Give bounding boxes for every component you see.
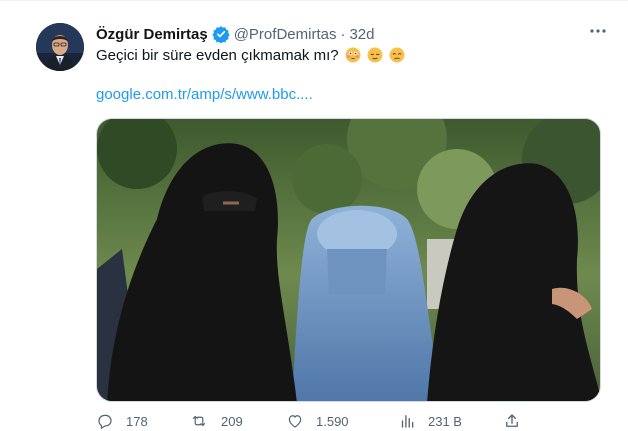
avatar[interactable] bbox=[36, 23, 84, 71]
heart-icon bbox=[288, 415, 302, 428]
share-button[interactable] bbox=[503, 412, 533, 430]
retweet-icon bbox=[192, 415, 206, 427]
reply-button[interactable]: 178 bbox=[96, 412, 148, 430]
author-handle[interactable]: @ProfDemirtas bbox=[234, 26, 337, 43]
tweet-media-photo[interactable] bbox=[96, 118, 601, 402]
reply-icon bbox=[98, 414, 112, 429]
like-count: 1.590 bbox=[316, 413, 349, 429]
avatar-image bbox=[36, 23, 84, 71]
reply-count: 178 bbox=[126, 413, 148, 429]
tweet[interactable]: Özgür Demirtaş @ProfDemirtas · 32d Geçic… bbox=[0, 0, 628, 431]
header-separator: · bbox=[340, 25, 346, 43]
views-count: 231 B bbox=[428, 413, 462, 429]
author-name[interactable]: Özgür Demirtaş bbox=[96, 26, 208, 43]
tweet-text: Geçici bir süre evden çıkmamak mı? bbox=[96, 46, 405, 66]
views-icon bbox=[401, 415, 414, 428]
tweet-actions: 178 209 1.590 231 B bbox=[96, 412, 528, 430]
verified-badge-icon bbox=[212, 25, 230, 44]
tweet-header: Özgür Demirtaş @ProfDemirtas · 32d bbox=[96, 24, 374, 44]
women-in-veils-photo bbox=[97, 119, 600, 401]
like-button[interactable]: 1.590 bbox=[286, 412, 349, 430]
tweet-link[interactable]: google.com.tr/amp/s/www.bbc.... bbox=[96, 86, 313, 103]
more-options-icon[interactable] bbox=[586, 21, 610, 45]
flushed-face-emoji bbox=[345, 47, 361, 63]
retweet-count: 209 bbox=[221, 413, 243, 429]
relieved-face-emoji bbox=[367, 47, 383, 63]
views-button[interactable]: 231 B bbox=[398, 412, 462, 430]
disappointed-face-emoji bbox=[389, 47, 405, 63]
tweet-timestamp[interactable]: 32d bbox=[349, 26, 374, 43]
retweet-button[interactable]: 209 bbox=[189, 412, 243, 430]
share-icon bbox=[506, 414, 518, 427]
tweet-text-body: Geçici bir süre evden çıkmamak mı? bbox=[96, 47, 339, 64]
